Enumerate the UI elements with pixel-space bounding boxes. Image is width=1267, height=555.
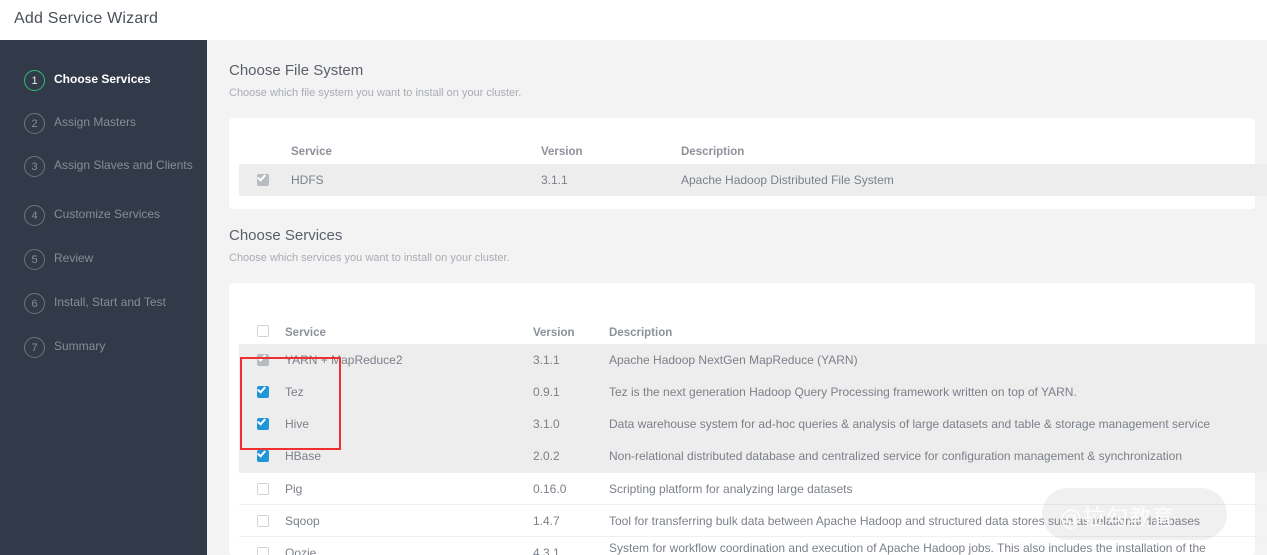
row-version: 3.1.1 (533, 353, 560, 367)
checkbox-select-all-services[interactable] (257, 325, 269, 337)
filesystem-col-version: Version (541, 146, 583, 158)
add-service-wizard-page: Add Service Wizard 1 Choose Services 2 A… (0, 0, 1267, 555)
page-title: Add Service Wizard (14, 10, 159, 27)
step-label: Summary (54, 339, 106, 353)
checkbox-hbase[interactable] (256, 448, 269, 462)
checkbox-hive[interactable] (256, 416, 269, 430)
step-number-badge: 3 (24, 156, 45, 177)
table-row[interactable]: Tez 0.9.1 Tez is the next generation Had… (239, 376, 1267, 408)
check-icon (256, 384, 267, 394)
checkbox-yarn-mapreduce2 (256, 352, 269, 366)
wizard-steps-sidebar: 1 Choose Services 2 Assign Masters 3 Ass… (0, 40, 207, 555)
step-label: Install, Start and Test (54, 295, 166, 309)
check-icon (256, 172, 267, 182)
row-service-name: Oozie (285, 546, 317, 555)
services-section-title: Choose Services (229, 227, 343, 244)
table-row[interactable]: Hive 3.1.0 Data warehouse system for ad-… (239, 408, 1267, 440)
services-col-service: Service (285, 327, 326, 339)
checkbox-hdfs (256, 172, 269, 186)
step-number-badge: 2 (24, 113, 45, 134)
row-service-name: Sqoop (285, 514, 320, 528)
row-description: Apache Hadoop NextGen MapReduce (YARN) (609, 353, 858, 367)
row-description: System for workflow coordination and exe… (609, 541, 1249, 555)
row-version: 0.9.1 (533, 385, 560, 399)
row-version: 1.4.7 (533, 514, 560, 528)
window-titlebar: Add Service Wizard (0, 0, 1267, 40)
table-row[interactable]: YARN + MapReduce2 3.1.1 Apache Hadoop Ne… (239, 344, 1267, 376)
row-service-name: HBase (285, 449, 322, 463)
checkbox-oozie[interactable] (257, 547, 269, 555)
check-icon (256, 448, 267, 458)
row-service-name: Hive (285, 417, 310, 431)
wizard-content: Choose File System Choose which file sys… (207, 40, 1267, 555)
step-number-badge: 6 (24, 293, 45, 314)
row-version: 3.1.1 (541, 173, 568, 187)
step-number-badge: 7 (24, 337, 45, 358)
step-label: Assign Slaves and Clients (54, 158, 193, 172)
services-col-description: Description (609, 327, 673, 339)
filesystem-table-card: Service Version Description HDFS 3.1.1 A… (229, 118, 1267, 209)
row-description: Non-relational distributed database and … (609, 449, 1182, 463)
sidebar-step-assign-masters[interactable]: 2 Assign Masters (0, 109, 207, 143)
check-icon (256, 416, 267, 426)
sidebar-step-summary[interactable]: 7 Summary (0, 333, 207, 367)
row-version: 4.3.1 (533, 546, 560, 555)
row-service-name: Pig (285, 482, 303, 496)
row-version: 0.16.0 (533, 482, 567, 496)
row-service-name: HDFS (291, 173, 324, 187)
table-row[interactable]: HBase 2.0.2 Non-relational distributed d… (239, 440, 1267, 472)
row-description: Tez is the next generation Hadoop Query … (609, 385, 1077, 399)
row-service-name: Tez (285, 385, 304, 399)
checkbox-sqoop[interactable] (257, 515, 269, 527)
checkbox-tez[interactable] (256, 384, 269, 398)
check-icon (256, 352, 267, 362)
filesystem-col-service: Service (291, 146, 332, 158)
row-description: Data warehouse system for ad-hoc queries… (609, 417, 1210, 431)
filesystem-col-description: Description (681, 146, 745, 158)
row-service-name: YARN + MapReduce2 (285, 353, 403, 367)
step-number-badge: 5 (24, 249, 45, 270)
step-number-badge: 4 (24, 205, 45, 226)
services-section-subtitle: Choose which services you want to instal… (229, 252, 510, 264)
sidebar-step-customize-services[interactable]: 4 Customize Services (0, 201, 207, 235)
watermark-text: @拉勾教育 (1060, 506, 1176, 531)
sidebar-step-install-start-and-test[interactable]: 6 Install, Start and Test (0, 289, 207, 323)
sidebar-step-assign-slaves-and-clients[interactable]: 3 Assign Slaves and Clients (0, 152, 207, 186)
checkbox-pig[interactable] (257, 483, 269, 495)
sidebar-step-choose-services[interactable]: 1 Choose Services (0, 66, 207, 100)
step-label: Choose Services (54, 72, 151, 86)
step-label: Customize Services (54, 207, 161, 221)
step-label: Review (54, 251, 94, 265)
step-label: Assign Masters (54, 115, 137, 129)
row-description: Scripting platform for analyzing large d… (609, 482, 853, 496)
table-row[interactable]: HDFS 3.1.1 Apache Hadoop Distributed Fil… (239, 164, 1267, 196)
filesystem-section-title: Choose File System (229, 62, 364, 79)
row-description: Apache Hadoop Distributed File System (681, 173, 894, 187)
description-line-1: System for workflow coordination and exe… (609, 541, 1206, 555)
step-number-badge: 1 (24, 70, 45, 91)
services-col-version: Version (533, 327, 575, 339)
filesystem-section-subtitle: Choose which file system you want to ins… (229, 87, 522, 99)
row-version: 2.0.2 (533, 449, 560, 463)
row-version: 3.1.0 (533, 417, 560, 431)
sidebar-step-review[interactable]: 5 Review (0, 245, 207, 279)
